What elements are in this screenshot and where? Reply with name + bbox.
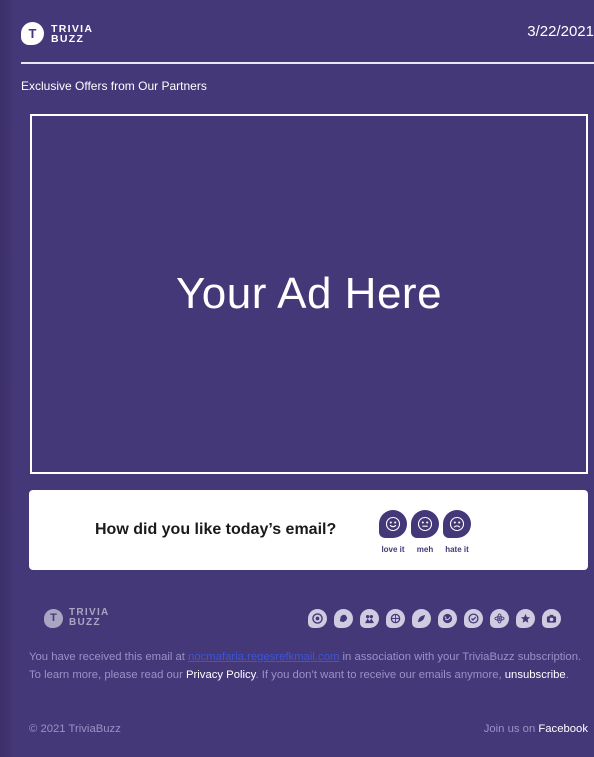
email-header: T TRIVIA BUZZ 3/22/2021: [21, 18, 594, 50]
privacy-policy-link[interactable]: Privacy Policy: [186, 669, 255, 681]
disclaimer-text: .: [565, 669, 569, 681]
reaction-hate-it[interactable]: hate it: [443, 510, 471, 554]
join-text: Join us on: [483, 723, 539, 735]
footer-logo-mark-icon: T: [44, 608, 63, 628]
email-date: 3/22/2021: [527, 23, 594, 40]
reaction-label: meh: [416, 545, 434, 554]
feedback-question: How did you like today’s email?: [95, 521, 337, 538]
ad-banner[interactable]: Your Ad Here: [30, 114, 588, 474]
footer-wordmark: TRIVIA BUZZ: [69, 608, 110, 628]
reaction-buttons: love it meh hate it: [379, 510, 471, 554]
footer-logo-letter: T: [50, 611, 57, 624]
unsubscribe-link[interactable]: unsubscribe: [505, 669, 566, 681]
animal-icon[interactable]: [334, 609, 353, 628]
copyright-notice: © 2021 TriviaBuzz: [29, 723, 121, 735]
neutral-face-icon: [411, 510, 439, 538]
header-divider: [21, 62, 594, 64]
logo-wordmark: TRIVIA BUZZ: [51, 22, 94, 45]
logo-line-1: TRIVIA: [51, 22, 94, 35]
camera-icon[interactable]: [542, 609, 561, 628]
category-icons: [308, 609, 561, 628]
partners-heading: Exclusive Offers from Our Partners: [21, 79, 207, 93]
reaction-label: love it: [381, 545, 405, 554]
subscription-disclaimer: You have received this email at nocmafar…: [29, 648, 589, 684]
join-us: Join us on Facebook: [484, 723, 588, 735]
disclaimer-text: . If you don’t want to receive our email…: [255, 669, 505, 681]
world-icon[interactable]: [438, 609, 457, 628]
email-body: T TRIVIA BUZZ 3/22/2021 Exclusive Offers…: [14, 0, 594, 757]
reaction-meh[interactable]: meh: [411, 510, 439, 554]
logo-mark-letter: T: [28, 26, 37, 41]
logo-line-2: BUZZ: [51, 32, 85, 45]
footer-logo[interactable]: T TRIVIA BUZZ: [44, 608, 110, 628]
check-icon[interactable]: [464, 609, 483, 628]
bird-icon[interactable]: [412, 609, 431, 628]
globe-pin-icon[interactable]: [386, 609, 405, 628]
smile-icon: [379, 510, 407, 538]
reaction-label: hate it: [445, 545, 469, 554]
people-icon[interactable]: [360, 609, 379, 628]
facebook-link[interactable]: Facebook: [538, 723, 588, 735]
disclaimer-text: You have received this email at: [29, 651, 189, 663]
ad-placeholder-text: Your Ad Here: [175, 269, 443, 318]
frown-icon: [443, 510, 471, 538]
recipient-email-link[interactable]: nocmafaria.regesrefkmail.com: [188, 651, 339, 663]
logo-mark-icon: T: [21, 22, 44, 45]
left-edge-shadow: [0, 0, 14, 757]
target-icon[interactable]: [308, 609, 327, 628]
footer-logo-line-2: BUZZ: [69, 617, 101, 628]
feedback-card: How did you like today’s email? love it: [29, 490, 588, 570]
atom-icon[interactable]: [490, 609, 509, 628]
star-icon[interactable]: [516, 609, 535, 628]
triviabuzz-logo[interactable]: T TRIVIA BUZZ: [21, 22, 93, 45]
reaction-love-it[interactable]: love it: [379, 510, 407, 554]
